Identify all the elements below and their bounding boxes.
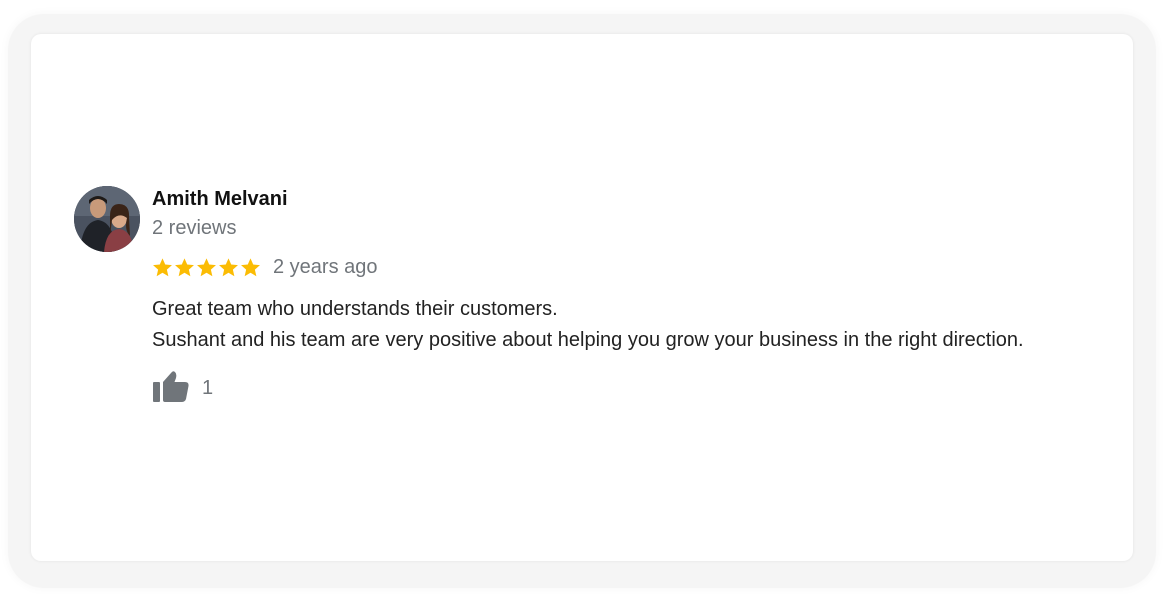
like-row: 1 <box>152 370 213 406</box>
review-time: 2 years ago <box>273 256 378 278</box>
avatar[interactable] <box>74 186 140 252</box>
like-button[interactable]: 1 <box>152 369 213 408</box>
review-card: Amith Melvani 2 reviews 2 years ago Grea… <box>31 34 1133 561</box>
star-icon <box>241 257 260 276</box>
star-rating <box>152 257 261 278</box>
review-text-line: Sushant and his team are very positive a… <box>152 329 1024 351</box>
like-count: 1 <box>202 376 214 399</box>
thumbs-up-icon <box>152 369 190 408</box>
review-text-line: Great team who understands their custome… <box>152 298 558 320</box>
star-icon <box>197 257 216 276</box>
review-count[interactable]: 2 reviews <box>152 216 236 240</box>
review-text: Great team who understands their custome… <box>152 294 1112 356</box>
star-icon <box>153 257 172 276</box>
star-icon <box>219 257 238 276</box>
reviewer-name[interactable]: Amith Melvani <box>152 187 288 211</box>
rating-row: 2 years ago <box>152 253 378 281</box>
star-icon <box>175 257 194 276</box>
